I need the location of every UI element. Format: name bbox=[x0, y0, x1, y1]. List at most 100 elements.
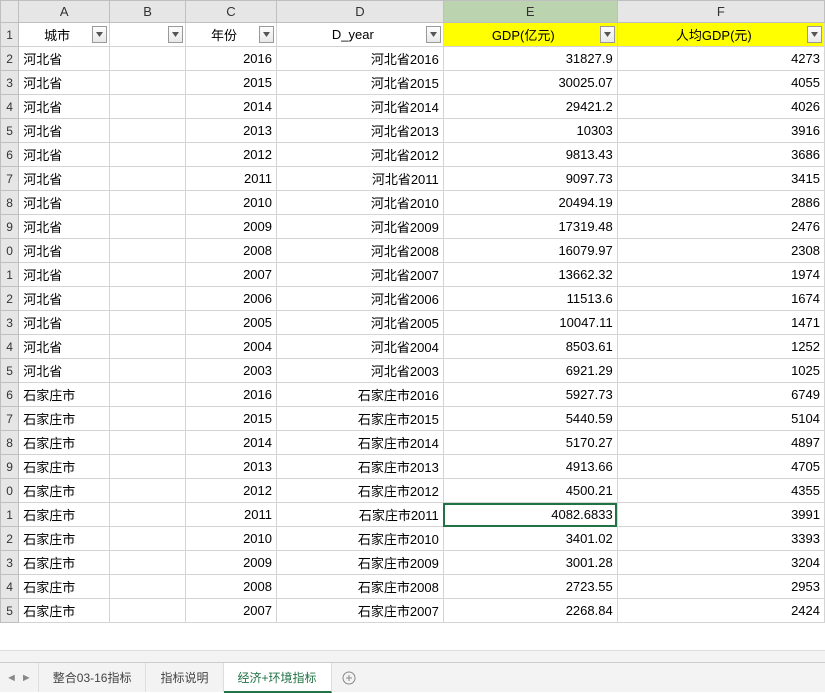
cell-A[interactable]: 石家庄市 bbox=[19, 383, 110, 407]
cell-A[interactable]: 河北省 bbox=[19, 47, 110, 71]
cell-D[interactable]: 河北省2009 bbox=[276, 215, 443, 239]
cell-E[interactable]: 4082.6833 bbox=[443, 503, 617, 527]
cell-B[interactable] bbox=[110, 47, 186, 71]
cell-F[interactable]: 2953 bbox=[617, 575, 824, 599]
cell-D[interactable]: 石家庄市2007 bbox=[276, 599, 443, 623]
cell-C[interactable]: 2016 bbox=[186, 47, 277, 71]
cell-E[interactable]: 2268.84 bbox=[443, 599, 617, 623]
cell-D[interactable]: 石家庄市2012 bbox=[276, 479, 443, 503]
cell-A[interactable]: 河北省 bbox=[19, 119, 110, 143]
cell-F[interactable]: 6749 bbox=[617, 383, 824, 407]
cell-B[interactable] bbox=[110, 455, 186, 479]
cell-B[interactable] bbox=[110, 311, 186, 335]
cell-E[interactable]: 5440.59 bbox=[443, 407, 617, 431]
cell-A[interactable]: 石家庄市 bbox=[19, 599, 110, 623]
cell-C[interactable]: 2014 bbox=[186, 431, 277, 455]
cell-E[interactable]: 3001.28 bbox=[443, 551, 617, 575]
cell-A[interactable]: 石家庄市 bbox=[19, 455, 110, 479]
cell-A[interactable]: 河北省 bbox=[19, 311, 110, 335]
cell-B[interactable] bbox=[110, 599, 186, 623]
cell-B[interactable] bbox=[110, 359, 186, 383]
col-header-B[interactable]: B bbox=[110, 1, 186, 23]
filter-dropdown-button[interactable] bbox=[600, 26, 615, 43]
cell-E[interactable]: 17319.48 bbox=[443, 215, 617, 239]
cell-C[interactable]: 2013 bbox=[186, 455, 277, 479]
cell-D[interactable]: 河北省2010 bbox=[276, 191, 443, 215]
cell-A[interactable]: 石家庄市 bbox=[19, 527, 110, 551]
filter-header-E[interactable]: GDP(亿元) bbox=[443, 23, 617, 47]
sheet-tab[interactable]: 指标说明 bbox=[146, 663, 223, 692]
cell-B[interactable] bbox=[110, 431, 186, 455]
cell-F[interactable]: 4055 bbox=[617, 71, 824, 95]
cell-C[interactable]: 2003 bbox=[186, 359, 277, 383]
filter-dropdown-button[interactable] bbox=[168, 26, 183, 43]
row-header[interactable]: 5 bbox=[1, 359, 19, 383]
cell-C[interactable]: 2012 bbox=[186, 143, 277, 167]
cell-A[interactable]: 河北省 bbox=[19, 95, 110, 119]
cell-A[interactable]: 石家庄市 bbox=[19, 503, 110, 527]
filter-dropdown-button[interactable] bbox=[92, 26, 107, 43]
row-header[interactable]: 7 bbox=[1, 167, 19, 191]
cell-D[interactable]: 石家庄市2009 bbox=[276, 551, 443, 575]
filter-header-D[interactable]: D_year bbox=[276, 23, 443, 47]
cell-B[interactable] bbox=[110, 287, 186, 311]
cell-E[interactable]: 8503.61 bbox=[443, 335, 617, 359]
cell-A[interactable]: 河北省 bbox=[19, 215, 110, 239]
row-header[interactable]: 5 bbox=[1, 599, 19, 623]
cell-A[interactable]: 河北省 bbox=[19, 167, 110, 191]
tab-nav-next-icon[interactable]: ► bbox=[21, 672, 32, 684]
cell-F[interactable]: 3916 bbox=[617, 119, 824, 143]
row-header[interactable]: 5 bbox=[1, 119, 19, 143]
cell-A[interactable]: 河北省 bbox=[19, 239, 110, 263]
cell-F[interactable]: 3686 bbox=[617, 143, 824, 167]
cell-C[interactable]: 2009 bbox=[186, 215, 277, 239]
cell-F[interactable]: 3415 bbox=[617, 167, 824, 191]
row-header[interactable]: 6 bbox=[1, 383, 19, 407]
cell-E[interactable]: 5927.73 bbox=[443, 383, 617, 407]
cell-E[interactable]: 16079.97 bbox=[443, 239, 617, 263]
cell-C[interactable]: 2007 bbox=[186, 263, 277, 287]
cell-E[interactable]: 20494.19 bbox=[443, 191, 617, 215]
add-sheet-button[interactable] bbox=[332, 663, 366, 692]
col-header-C[interactable]: C bbox=[186, 1, 277, 23]
cell-E[interactable]: 9813.43 bbox=[443, 143, 617, 167]
cell-E[interactable]: 4913.66 bbox=[443, 455, 617, 479]
cell-C[interactable]: 2008 bbox=[186, 575, 277, 599]
cell-A[interactable]: 河北省 bbox=[19, 191, 110, 215]
row-header[interactable]: 9 bbox=[1, 455, 19, 479]
cell-E[interactable]: 11513.6 bbox=[443, 287, 617, 311]
cell-D[interactable]: 河北省2003 bbox=[276, 359, 443, 383]
cell-E[interactable]: 4500.21 bbox=[443, 479, 617, 503]
cell-D[interactable]: 河北省2014 bbox=[276, 95, 443, 119]
cell-B[interactable] bbox=[110, 383, 186, 407]
cell-B[interactable] bbox=[110, 503, 186, 527]
cell-D[interactable]: 河北省2012 bbox=[276, 143, 443, 167]
cell-B[interactable] bbox=[110, 239, 186, 263]
cell-C[interactable]: 2011 bbox=[186, 167, 277, 191]
row-header[interactable]: 2 bbox=[1, 47, 19, 71]
row-header[interactable]: 7 bbox=[1, 407, 19, 431]
cell-E[interactable]: 31827.9 bbox=[443, 47, 617, 71]
filter-dropdown-button[interactable] bbox=[426, 26, 441, 43]
row-header[interactable]: 1 bbox=[1, 263, 19, 287]
cell-B[interactable] bbox=[110, 71, 186, 95]
cell-D[interactable]: 石家庄市2014 bbox=[276, 431, 443, 455]
cell-F[interactable]: 4273 bbox=[617, 47, 824, 71]
row-header[interactable]: 4 bbox=[1, 95, 19, 119]
cell-D[interactable]: 石家庄市2016 bbox=[276, 383, 443, 407]
row-header[interactable]: 3 bbox=[1, 311, 19, 335]
cell-B[interactable] bbox=[110, 143, 186, 167]
cell-E[interactable]: 30025.07 bbox=[443, 71, 617, 95]
cell-F[interactable]: 2308 bbox=[617, 239, 824, 263]
cell-B[interactable] bbox=[110, 95, 186, 119]
cell-E[interactable]: 5170.27 bbox=[443, 431, 617, 455]
cell-A[interactable]: 河北省 bbox=[19, 263, 110, 287]
cell-C[interactable]: 2010 bbox=[186, 527, 277, 551]
cell-A[interactable]: 河北省 bbox=[19, 71, 110, 95]
cell-D[interactable]: 河北省2006 bbox=[276, 287, 443, 311]
cell-F[interactable]: 1252 bbox=[617, 335, 824, 359]
cell-C[interactable]: 2004 bbox=[186, 335, 277, 359]
cell-B[interactable] bbox=[110, 191, 186, 215]
cell-F[interactable]: 2424 bbox=[617, 599, 824, 623]
cell-C[interactable]: 2013 bbox=[186, 119, 277, 143]
